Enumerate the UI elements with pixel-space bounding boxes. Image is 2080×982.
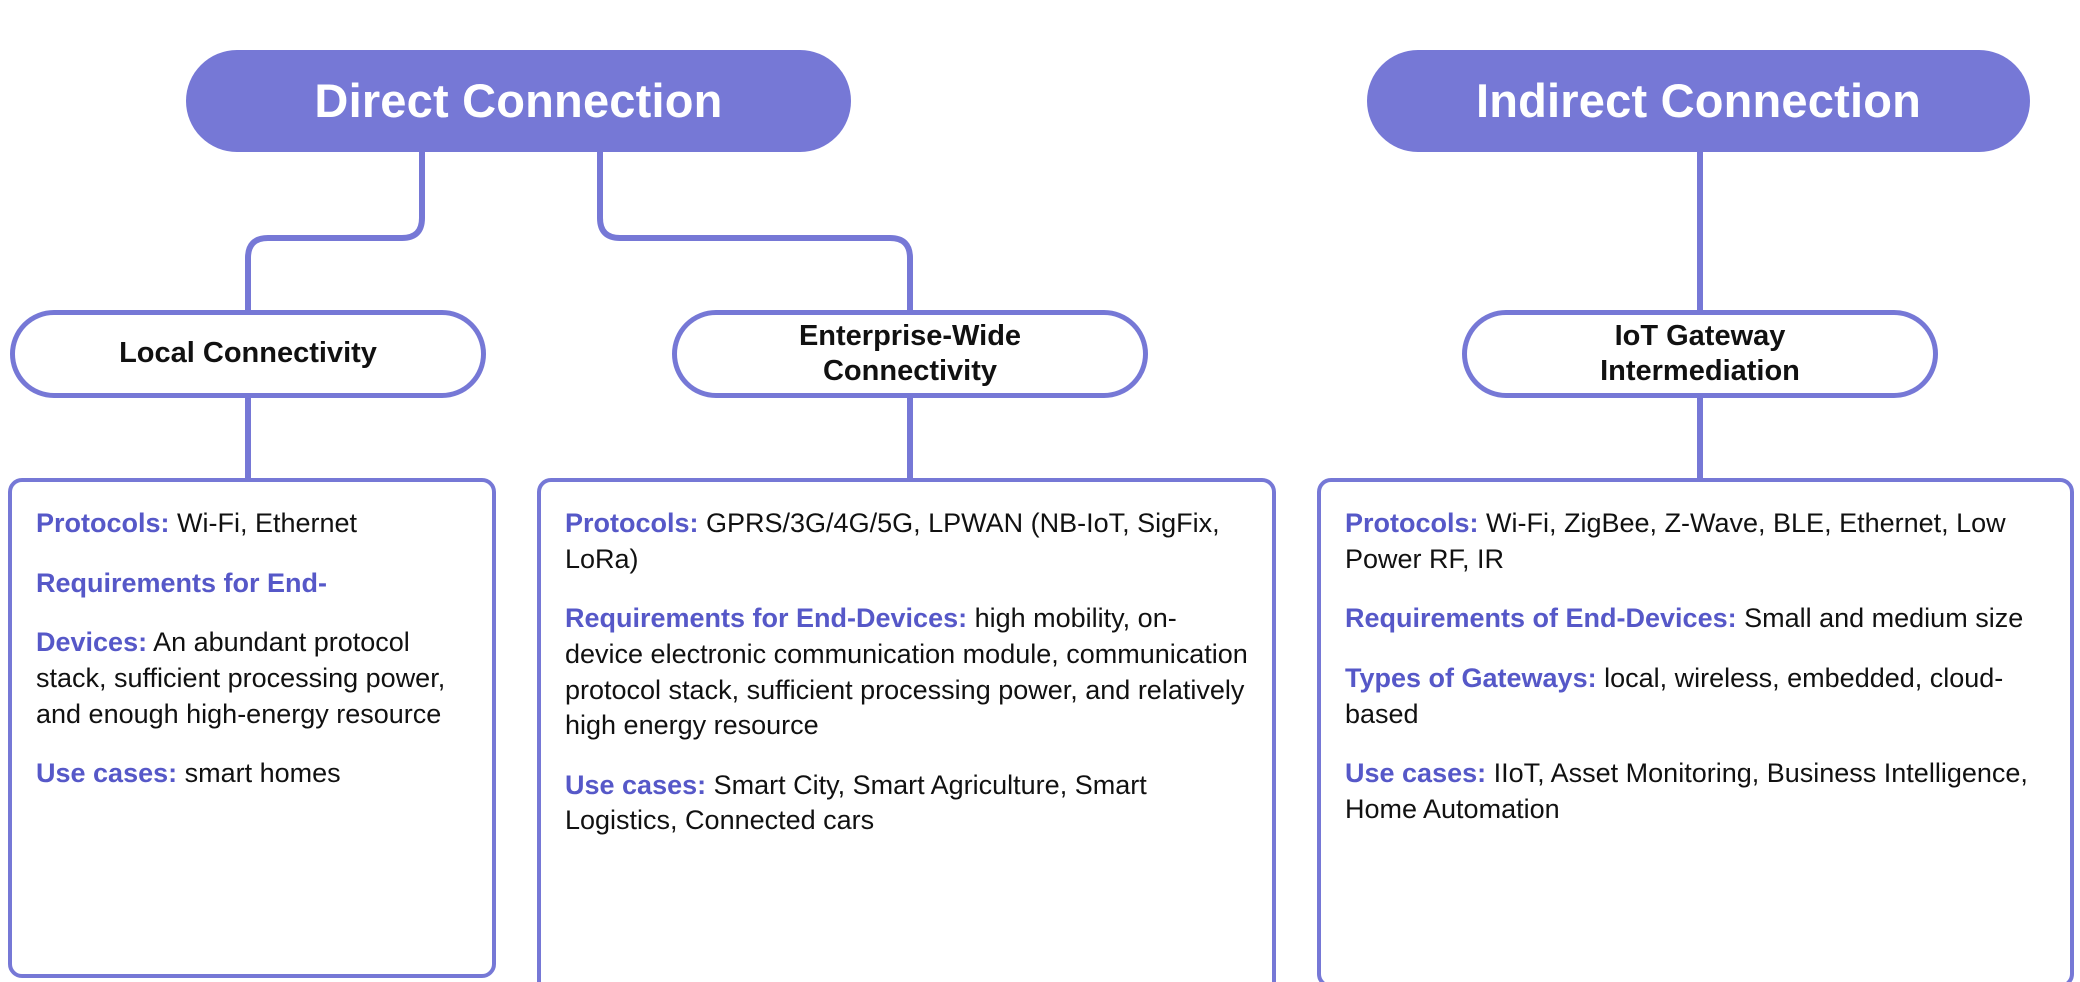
detail-row-requirements-label: Requirements for End-	[36, 566, 468, 602]
detail-label-requirements-part-1: Requirements for End-	[36, 567, 328, 598]
detail-label-requirements: Requirements of End-Devices:	[1345, 603, 1737, 634]
detail-card-enterprise-wide-connectivity: Protocols: GPRS/3G/4G/5G, LPWAN (NB-IoT,…	[537, 478, 1276, 982]
detail-label-usecases: Use cases:	[1345, 758, 1487, 789]
detail-label-requirements: Requirements for End-Devices:	[565, 603, 968, 634]
detail-value-protocols: Wi-Fi, Ethernet	[169, 508, 358, 538]
branch-node-local-connectivity-label: Local Connectivity	[119, 337, 377, 370]
detail-row-protocols: Protocols: Wi-Fi, ZigBee, Z-Wave, BLE, E…	[1345, 506, 2046, 577]
branch-label-line-1: Enterprise-Wide	[798, 319, 1022, 352]
root-node-indirect-connection[interactable]: Indirect Connection	[1367, 50, 2030, 152]
detail-value-requirements: Small and medium size	[1736, 603, 2024, 634]
diagram-canvas: Direct Connection Indirect Connection Lo…	[0, 0, 2080, 982]
detail-label-usecases: Use cases:	[565, 769, 707, 800]
detail-row-requirements: Requirements of End-Devices: Small and m…	[1345, 601, 2046, 637]
detail-row-usecases: Use cases: smart homes	[36, 756, 468, 792]
detail-label-requirements-part-2: Devices:	[36, 627, 148, 658]
detail-row-requirements: Requirements for End-Devices: high mobil…	[565, 601, 1248, 744]
branch-node-iot-gateway-intermediation[interactable]: IoT Gateway Intermediation	[1462, 310, 1938, 398]
detail-row-requirements: Devices: An abundant protocol stack, suf…	[36, 625, 468, 732]
detail-card-iot-gateway-intermediation: Protocols: Wi-Fi, ZigBee, Z-Wave, BLE, E…	[1317, 478, 2074, 982]
detail-row-protocols: Protocols: Wi-Fi, Ethernet	[36, 506, 468, 542]
detail-row-usecases: Use cases: IIoT, Asset Monitoring, Busin…	[1345, 756, 2046, 827]
detail-row-protocols: Protocols: GPRS/3G/4G/5G, LPWAN (NB-IoT,…	[565, 506, 1248, 577]
detail-row-usecases: Use cases: Smart City, Smart Agriculture…	[565, 768, 1248, 839]
branch-node-local-connectivity[interactable]: Local Connectivity	[10, 310, 486, 398]
connector-direct-to-local	[245, 152, 425, 310]
root-node-indirect-connection-label: Indirect Connection	[1475, 74, 1922, 128]
detail-label-gateway-types: Types of Gateways:	[1345, 662, 1597, 693]
root-node-direct-connection[interactable]: Direct Connection	[186, 50, 851, 152]
root-node-direct-connection-label: Direct Connection	[314, 74, 723, 128]
detail-row-gateway-types: Types of Gateways: local, wireless, embe…	[1345, 661, 2046, 732]
detail-label-usecases: Use cases:	[36, 758, 178, 789]
branch-label-line-2: Connectivity	[822, 355, 998, 387]
branch-label-line-1: IoT Gateway	[1614, 319, 1786, 352]
detail-card-local-connectivity: Protocols: Wi-Fi, Ethernet Requirements …	[8, 478, 496, 978]
detail-label-protocols: Protocols:	[1345, 508, 1479, 538]
detail-label-protocols: Protocols:	[36, 508, 170, 538]
branch-node-enterprise-wide-connectivity-label: Enterprise-Wide Connectivity	[799, 319, 1021, 390]
detail-label-protocols: Protocols:	[565, 508, 699, 538]
branch-label-line-2: Intermediation	[1600, 355, 1800, 387]
connector-direct-to-enterprise	[597, 152, 913, 310]
branch-node-enterprise-wide-connectivity[interactable]: Enterprise-Wide Connectivity	[672, 310, 1148, 398]
detail-value-usecases: smart homes	[177, 758, 341, 789]
branch-node-iot-gateway-intermediation-label: IoT Gateway Intermediation	[1600, 319, 1800, 390]
